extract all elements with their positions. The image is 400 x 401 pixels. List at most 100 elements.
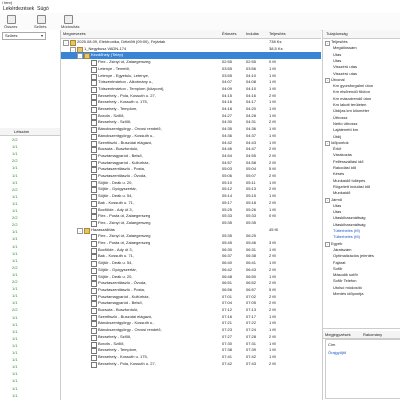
tree-row[interactable]: Becsehely - Pola, Kossuth u. 27, 04:15 04:… <box>61 93 321 100</box>
tree-row[interactable]: Bucsuta - Buszforduló, 07:12 07:13 2 fő <box>61 307 321 314</box>
left-row[interactable]: 1/1 <box>0 342 60 349</box>
left-row[interactable]: 1/1 <box>0 356 60 363</box>
property-row[interactable]: Utaskihasználtság <box>323 222 400 228</box>
property-row[interactable]: - Útvonal <box>323 77 400 84</box>
left-row[interactable]: 1/1 <box>0 377 60 384</box>
tree-row[interactable]: Söjtör - Gyógyszertár, 06:42 06:43 2 fő <box>61 267 321 274</box>
left-row[interactable]: 1/1 <box>0 328 60 335</box>
edit-icon[interactable] <box>64 15 73 24</box>
property-row[interactable]: Munkaidő <box>323 190 400 196</box>
left-row[interactable]: 2/2 <box>0 214 60 221</box>
property-row[interactable]: Utolsó módosító <box>323 285 400 291</box>
tree-row[interactable]: Bánokszentgyörgy - Kossuth u., 04:36 04:37… <box>61 133 321 140</box>
property-row[interactable]: - Jármű <box>323 197 400 203</box>
left-row[interactable]: 1/1 <box>0 228 60 235</box>
property-row[interactable]: Késés <box>323 171 400 177</box>
left-row[interactable]: 1/1 <box>0 250 60 257</box>
tree-row[interactable]: Pusztaszentlászló - Posta, 05:03 05:04 5 fő <box>61 166 321 174</box>
left-row[interactable]: 1/1 <box>0 257 60 264</box>
tree-row[interactable]: Borofa - Szőlő, 04:27 04:28 1 fő <box>61 113 321 120</box>
property-row[interactable]: Érkít <box>323 146 400 152</box>
property-row[interactable]: Km elsőrendű főúton <box>323 89 400 95</box>
notes-tab-0[interactable]: Megjegyzések <box>325 332 351 337</box>
left-row[interactable]: 1/1 <box>0 271 60 278</box>
tree-row[interactable]: Pusztamagyaród - Kultúrház, 07:01 07:02 2 f… <box>61 294 321 301</box>
tree-row[interactable]: Bocfölde - Ady út 3, 06:30 06:31 1 fő <box>61 247 321 254</box>
property-row[interactable]: Várakozás <box>323 152 400 158</box>
left-row[interactable]: 1/1 <box>0 143 60 150</box>
filter-dropdown[interactable]: Szűrés ▾ <box>2 32 46 40</box>
property-row[interactable]: Túlterhelés (fő) <box>323 228 400 234</box>
tree-row[interactable]: Pusztamagyaród - Belső, 07:04 07:05 2 fő <box>61 300 321 308</box>
menu-item-1[interactable]: Súgó <box>37 6 49 13</box>
left-row[interactable]: 1/1 <box>0 385 60 392</box>
property-row[interactable]: - Egyéb <box>323 241 400 248</box>
property-row[interactable]: Rakodási idő <box>323 165 400 171</box>
property-row[interactable]: Felfésszállási idő <box>323 159 400 165</box>
tree-row[interactable]: Flex - Posta út, Zalaegerszeg 05:45 05:46 3… <box>61 240 321 247</box>
property-row[interactable]: Fajárat <box>323 260 400 266</box>
property-row[interactable]: Túlterhelés (fő) <box>323 234 400 240</box>
all-icon[interactable] <box>7 15 16 24</box>
property-row[interactable]: Megállóssám <box>323 45 400 51</box>
property-row[interactable]: Sofőr Telefon <box>323 278 400 284</box>
property-row[interactable]: Optimalizációs jelentés <box>323 253 400 259</box>
menu-item-0[interactable]: Lekérdezések <box>3 6 34 13</box>
left-row[interactable]: 1/1 <box>0 207 60 214</box>
tree-row[interactable]: Tótszentmárton - Templom (központ), 04:09… <box>61 86 321 93</box>
left-row[interactable]: 1/1 <box>0 363 60 370</box>
tree-row[interactable]: Söjtör - Deák u. 20, 05:10 05:11 1 fő <box>61 180 321 187</box>
tree-row[interactable]: -2025.08.09, Elektronika, Délelőtt (09:0… <box>61 39 321 46</box>
tree-row[interactable]: Letenye - Egyetulu, Letenye, 03:55 04:10 1 … <box>61 73 321 80</box>
tree-row[interactable]: Becsehely - Kossuth u. 175, 04:16 04:17 1 f… <box>61 99 321 107</box>
tree-row[interactable]: Becsehely - Szőlő, 07:27 07:28 2 fő <box>61 334 321 341</box>
tree-row[interactable]: Bak - Kossuth u. 71, 06:37 06:38 2 fő <box>61 253 321 261</box>
tree-row[interactable]: - Hazaszállítás 45 fő <box>61 227 321 234</box>
tree-row[interactable]: Becsehely - Templom, 04:18 04:20 1 fő <box>61 106 321 113</box>
tree-row[interactable]: Szentliszló - Buszútai elágazó, 04:42 04:4… <box>61 140 321 147</box>
tree-row[interactable]: Söjtör - Gyógyszertár, 05:12 05:13 2 fő <box>61 186 321 194</box>
left-row[interactable]: 1/1 <box>0 172 60 179</box>
left-row[interactable]: 1/1 <box>0 193 60 200</box>
tree-row[interactable]: Flex - Posta út, Zalaegerszeg 05:33 05:33 0… <box>61 213 321 221</box>
tree-row[interactable]: Söjtör - Deák u. 54, 06:40 06:41 1 fő <box>61 260 321 268</box>
tree-row[interactable]: Pusztaszentlászló - Óvoda, 06:51 06:52 2 fő <box>61 280 321 288</box>
tree-row[interactable]: Borofa - Szőlő, 07:30 07:31 1 fő <box>61 341 321 348</box>
tree-row[interactable]: Bánokszentgyörgy - Kossuth u., 07:21 07:22… <box>61 320 321 328</box>
left-row[interactable]: 2/2 <box>0 306 60 313</box>
tree-row[interactable]: Pusztaszentlászló - Óvoda, 05:06 05:07 2 fő <box>61 173 321 180</box>
property-row[interactable]: Km másodrendű úton <box>323 96 400 102</box>
tree-row[interactable]: Becsehely - Templom, 07:38 07:39 1 fő <box>61 347 321 355</box>
left-row[interactable]: 1/1 <box>0 392 60 399</box>
property-row[interactable]: Utas <box>323 58 400 64</box>
left-row[interactable]: 2/2 <box>0 264 60 271</box>
property-row[interactable]: Utaskihasználtság <box>323 215 400 221</box>
tree-row[interactable]: Bak - Kossuth u. 71, 05:17 05:18 2 fő <box>61 200 321 207</box>
property-row[interactable]: Visszérú utas <box>323 64 400 70</box>
left-row[interactable]: 2/2 <box>0 278 60 285</box>
left-row[interactable]: 2/2 <box>0 136 60 143</box>
left-row[interactable]: 1/1 <box>0 335 60 342</box>
left-row[interactable]: 1/1 <box>0 243 60 250</box>
notes-tab-1[interactable]: Rakomány <box>363 332 382 337</box>
property-row[interactable]: Mentés időpontja <box>323 291 400 297</box>
left-row[interactable]: 1/1 <box>0 235 60 242</box>
left-row[interactable]: 1/1 <box>0 200 60 207</box>
left-row[interactable]: 1/1 <box>0 370 60 377</box>
tree-row[interactable]: Tótszentmárton - Alkotmány u., 04:07 04:08… <box>61 79 321 87</box>
left-row[interactable]: 1/1 <box>0 179 60 186</box>
tree-row[interactable]: Bánokszentgyörgy - Orvosi rendelő, 07:23 0… <box>61 327 321 335</box>
property-row[interactable]: Sofőr <box>323 266 400 272</box>
tree-row[interactable]: Flex - Zsinyi út, Zalaegerszeg 02:55 02:55… <box>61 59 321 67</box>
tree-row[interactable]: -1_Negybusz.VADN-174 38,5 Ks <box>61 46 321 53</box>
property-row[interactable]: - Időpontok <box>323 140 400 147</box>
property-row[interactable]: Járatszám <box>323 247 400 253</box>
tree-row[interactable]: Szentliszló - Buszútai elágazó, 07:16 07:1… <box>61 314 321 321</box>
property-row[interactable]: Útdíj <box>323 134 400 140</box>
left-row[interactable]: 1/1 <box>0 292 60 299</box>
left-row[interactable]: 2/2 <box>0 186 60 193</box>
tree-row[interactable]: Becsehely - Pola, Kossuth u. 27, 07:42 07:… <box>61 361 321 368</box>
tree-row[interactable]: Bánokszentgyörgy - Orvosi rendelő, 04:35 0… <box>61 126 321 134</box>
left-row[interactable]: 1/1 <box>0 314 60 321</box>
tree-row[interactable]: Flex - Zsinyi út, Zalaegerszeg 05:35 06:25 <box>61 233 321 241</box>
